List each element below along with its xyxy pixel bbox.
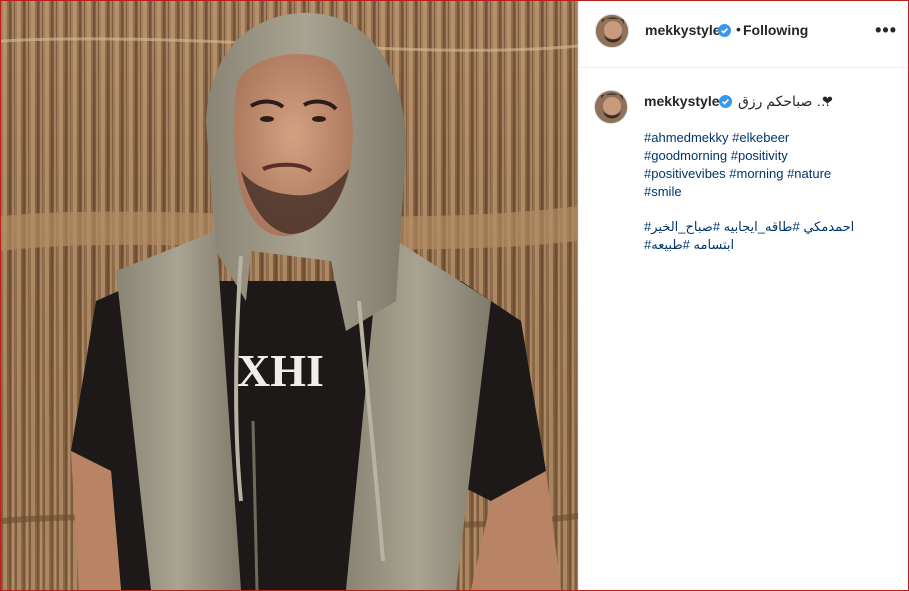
post-image: XHI — [1, 1, 578, 590]
caption-username-link[interactable]: mekkystyle — [644, 93, 720, 109]
hashtags-english: #ahmedmekky #elkebeer #goodmorning #posi… — [644, 129, 894, 201]
more-options-icon[interactable]: ••• — [875, 21, 897, 39]
verified-badge-icon — [718, 24, 731, 37]
avatar[interactable] — [595, 14, 629, 48]
post-header: mekkystyle • Following ••• — [579, 1, 908, 68]
post-window: XHI mekkystyle • Following ••• mekkystyl… — [0, 0, 909, 591]
hashtag-line[interactable]: #positivevibes #morning #nature — [644, 165, 894, 183]
hashtag-line[interactable]: احمدمكي #طاقه_ايجابيه #صباح_الخير# — [644, 218, 894, 236]
svg-text:XHI: XHI — [237, 345, 324, 396]
hashtag-line[interactable]: #smile — [644, 183, 894, 201]
username-link[interactable]: mekkystyle — [645, 22, 721, 38]
hashtags-arabic: احمدمكي #طاقه_ايجابيه #صباح_الخير# ابتسا… — [644, 218, 894, 254]
avatar-image — [595, 91, 627, 123]
hashtag-line[interactable]: ابتسامه #طبيعه# — [644, 236, 894, 254]
hashtag-line[interactable]: #ahmedmekky #elkebeer — [644, 129, 894, 147]
caption — [579, 68, 908, 138]
hashtag-line[interactable]: #goodmorning #positivity — [644, 147, 894, 165]
avatar-image — [596, 15, 628, 47]
following-button[interactable]: Following — [743, 22, 808, 38]
post-photo[interactable]: XHI — [1, 1, 578, 590]
caption-avatar[interactable] — [594, 90, 628, 124]
post-side-panel: mekkystyle • Following ••• — [578, 1, 908, 590]
separator-dot: • — [736, 21, 741, 37]
